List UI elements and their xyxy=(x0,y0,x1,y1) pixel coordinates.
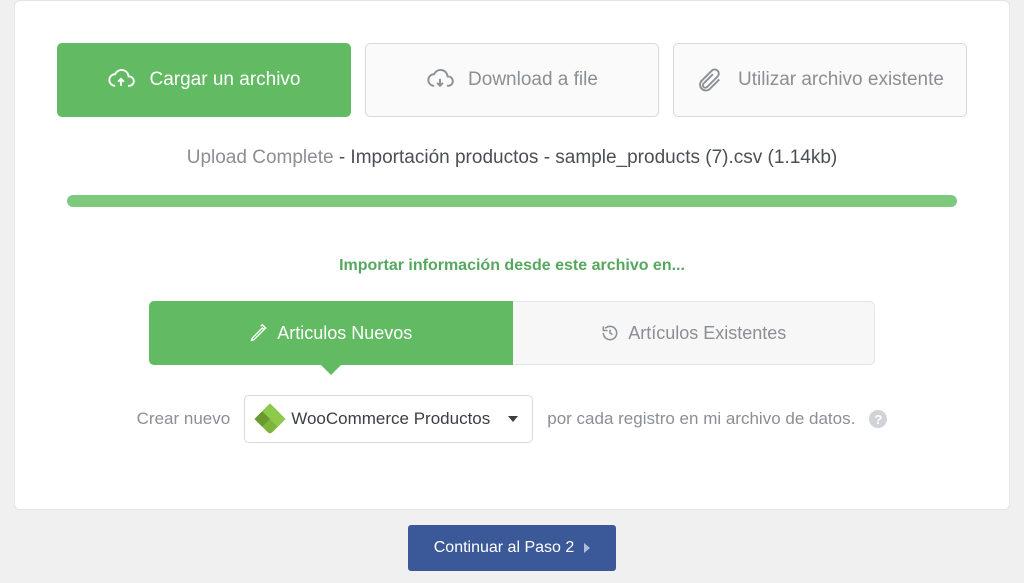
tab-existing-items-label: Artículos Existentes xyxy=(628,323,786,344)
status-prefix: Upload Complete xyxy=(187,147,334,168)
tab-upload-file[interactable]: Cargar un archivo xyxy=(57,43,351,117)
create-suffix: por cada registro en mi archivo de datos… xyxy=(547,409,855,429)
upload-status: Upload Complete - Importación productos … xyxy=(57,147,967,169)
footer: Continuar al Paso 2 xyxy=(0,510,1024,571)
history-icon xyxy=(600,323,620,343)
continue-label: Continuar al Paso 2 xyxy=(434,539,575,557)
tab-existing-items[interactable]: Artículos Existentes xyxy=(513,301,876,365)
create-row: Crear nuevo WooCommerce Productos por ca… xyxy=(57,395,967,443)
woocommerce-icon xyxy=(255,403,286,434)
import-heading: Importar información desde este archivo … xyxy=(57,257,967,275)
select-value: WooCommerce Productos xyxy=(291,409,490,429)
post-type-select[interactable]: WooCommerce Productos xyxy=(244,395,533,443)
tab-upload-label: Cargar un archivo xyxy=(149,69,300,91)
chevron-right-icon xyxy=(584,543,590,553)
caret-down-icon xyxy=(508,416,518,422)
tab-existing-label: Utilizar archivo existente xyxy=(738,69,944,91)
cloud-download-icon xyxy=(426,66,454,94)
tab-new-items-label: Articulos Nuevos xyxy=(277,323,412,344)
create-prefix: Crear nuevo xyxy=(137,409,231,429)
import-panel: Cargar un archivo Download a file Utiliz… xyxy=(14,0,1010,510)
continue-button[interactable]: Continuar al Paso 2 xyxy=(408,525,617,571)
cloud-upload-icon xyxy=(107,66,135,94)
tab-download-file[interactable]: Download a file xyxy=(365,43,659,117)
import-mode-tabs: Articulos Nuevos Artículos Existentes xyxy=(149,301,875,365)
source-tabs: Cargar un archivo Download a file Utiliz… xyxy=(57,43,967,117)
help-icon[interactable]: ? xyxy=(869,410,887,428)
pencil-icon xyxy=(249,323,269,343)
tab-new-items[interactable]: Articulos Nuevos xyxy=(149,301,513,365)
tab-existing-file[interactable]: Utilizar archivo existente xyxy=(673,43,967,117)
tab-download-label: Download a file xyxy=(468,69,598,91)
status-detail: - Importación productos - sample_product… xyxy=(334,147,838,168)
attachment-icon xyxy=(696,66,724,94)
upload-progress-bar xyxy=(67,195,957,207)
